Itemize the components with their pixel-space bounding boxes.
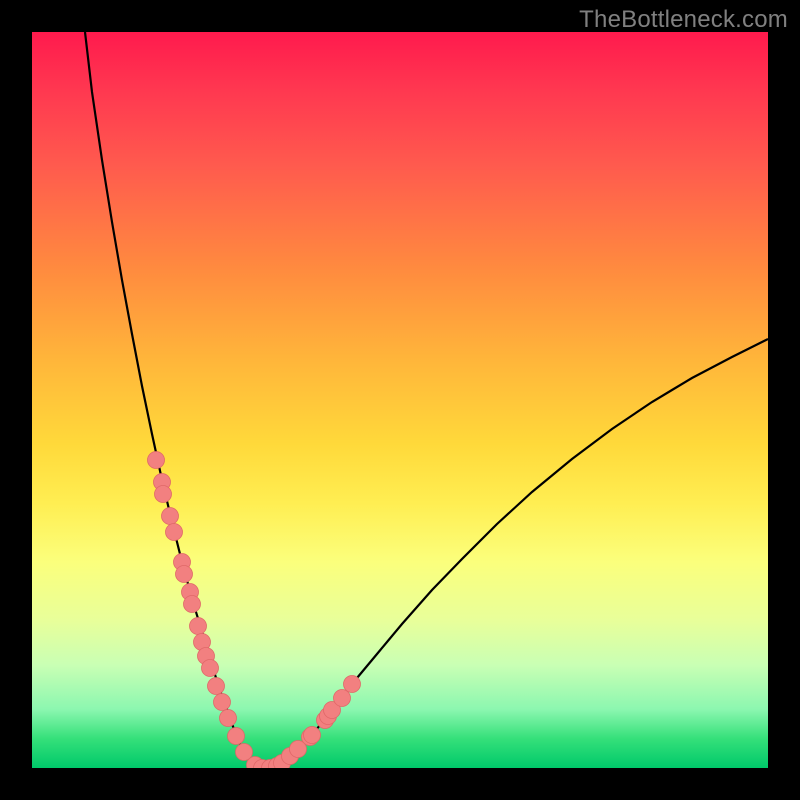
chart-frame: TheBottleneck.com xyxy=(0,0,800,800)
data-marker xyxy=(208,678,225,695)
plot-area xyxy=(32,32,768,768)
data-marker xyxy=(344,676,361,693)
data-marker xyxy=(220,710,237,727)
data-marker xyxy=(228,728,245,745)
data-marker xyxy=(202,660,219,677)
data-marker xyxy=(184,596,201,613)
v-curve-path xyxy=(85,32,768,768)
data-marker xyxy=(214,694,231,711)
data-marker xyxy=(166,524,183,541)
data-marker xyxy=(176,566,193,583)
data-marker xyxy=(304,727,321,744)
data-marker xyxy=(155,486,172,503)
data-marker xyxy=(162,508,179,525)
data-marker xyxy=(190,618,207,635)
watermark-text: TheBottleneck.com xyxy=(579,6,788,34)
data-marker xyxy=(334,690,351,707)
marker-group xyxy=(148,452,361,769)
curve-layer xyxy=(32,32,768,768)
data-marker xyxy=(148,452,165,469)
